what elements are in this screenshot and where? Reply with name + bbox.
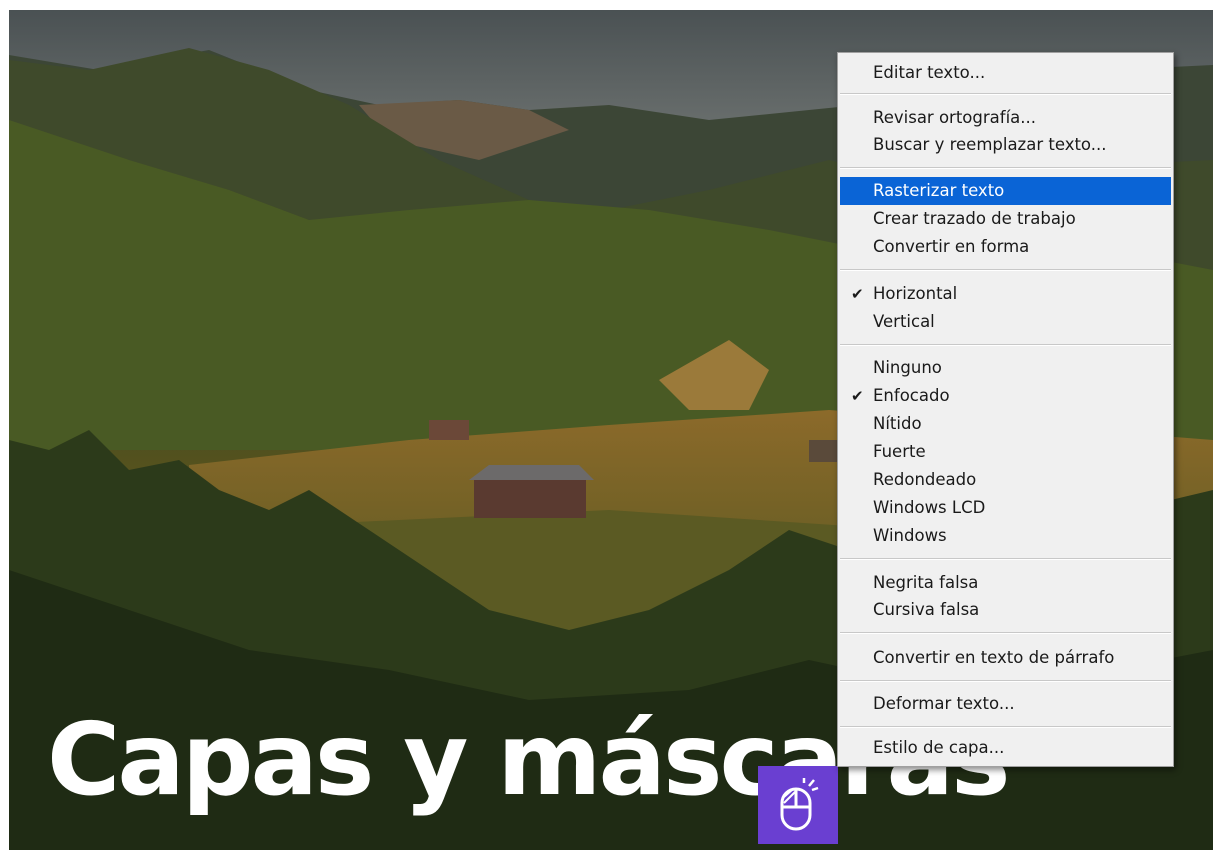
menu-item-revisar-ortografia[interactable]: Revisar ortografía... [840, 104, 1171, 132]
menu-item-buscar-reemplazar[interactable]: Buscar y reemplazar texto... [840, 131, 1171, 159]
menu-item-convertir-parrafo[interactable]: Convertir en texto de párrafo [840, 644, 1171, 672]
menu-separator [840, 726, 1171, 728]
menu-item-label: Windows LCD [873, 498, 986, 517]
menu-item-enfocado[interactable]: ✔ Enfocado [840, 382, 1171, 410]
menu-item-label: Enfocado [873, 386, 950, 405]
checkmark-icon: ✔ [851, 387, 864, 405]
menu-item-rasterizar-texto[interactable]: Rasterizar texto [840, 177, 1171, 205]
menu-item-label: Convertir en forma [873, 237, 1030, 256]
mouse-click-icon [780, 778, 819, 831]
menu-item-label: Editar texto... [873, 63, 986, 82]
menu-item-label: Vertical [873, 312, 935, 331]
menu-item-editar-texto[interactable]: Editar texto... [840, 59, 1171, 87]
menu-item-convertir-forma[interactable]: Convertir en forma [840, 233, 1171, 261]
menu-item-redondeado[interactable]: Redondeado [840, 466, 1171, 494]
menu-item-label: Nítido [873, 414, 922, 433]
menu-separator [840, 93, 1171, 95]
menu-item-windows[interactable]: Windows [840, 522, 1171, 550]
menu-item-label: Rasterizar texto [873, 181, 1005, 200]
menu-item-horizontal[interactable]: ✔ Horizontal [840, 280, 1171, 308]
menu-item-label: Deformar texto... [873, 694, 1015, 713]
menu-item-cursiva-falsa[interactable]: Cursiva falsa [840, 596, 1171, 624]
menu-separator [840, 344, 1171, 346]
menu-item-label: Buscar y reemplazar texto... [873, 135, 1107, 154]
menu-item-label: Ninguno [873, 358, 942, 377]
menu-item-label: Redondeado [873, 470, 977, 489]
menu-separator [840, 558, 1171, 560]
menu-separator [840, 632, 1171, 634]
menu-item-label: Negrita falsa [873, 573, 979, 592]
menu-item-label: Cursiva falsa [873, 600, 980, 619]
menu-item-label: Horizontal [873, 284, 958, 303]
menu-separator [840, 680, 1171, 682]
menu-item-label: Convertir en texto de párrafo [873, 648, 1115, 667]
menu-item-label: Windows [873, 526, 947, 545]
menu-item-ninguno[interactable]: Ninguno [840, 354, 1171, 382]
menu-item-nitido[interactable]: Nítido [840, 410, 1171, 438]
menu-item-vertical[interactable]: Vertical [840, 308, 1171, 336]
checkmark-icon: ✔ [851, 285, 864, 303]
menu-item-deformar-texto[interactable]: Deformar texto... [840, 690, 1171, 718]
menu-item-label: Fuerte [873, 442, 926, 461]
menu-separator [840, 269, 1171, 271]
menu-item-negrita-falsa[interactable]: Negrita falsa [840, 569, 1171, 597]
context-menu: Editar texto... Revisar ortografía... Bu… [837, 52, 1174, 767]
menu-item-label: Crear trazado de trabajo [873, 209, 1076, 228]
menu-separator [840, 167, 1171, 169]
menu-item-label: Estilo de capa... [873, 738, 1005, 757]
menu-item-label: Revisar ortografía... [873, 108, 1037, 127]
menu-item-estilo-capa[interactable]: Estilo de capa... [840, 734, 1171, 762]
menu-item-fuerte[interactable]: Fuerte [840, 438, 1171, 466]
menu-item-windows-lcd[interactable]: Windows LCD [840, 494, 1171, 522]
mouse-click-badge [758, 766, 838, 844]
menu-item-crear-trazado[interactable]: Crear trazado de trabajo [840, 205, 1171, 233]
